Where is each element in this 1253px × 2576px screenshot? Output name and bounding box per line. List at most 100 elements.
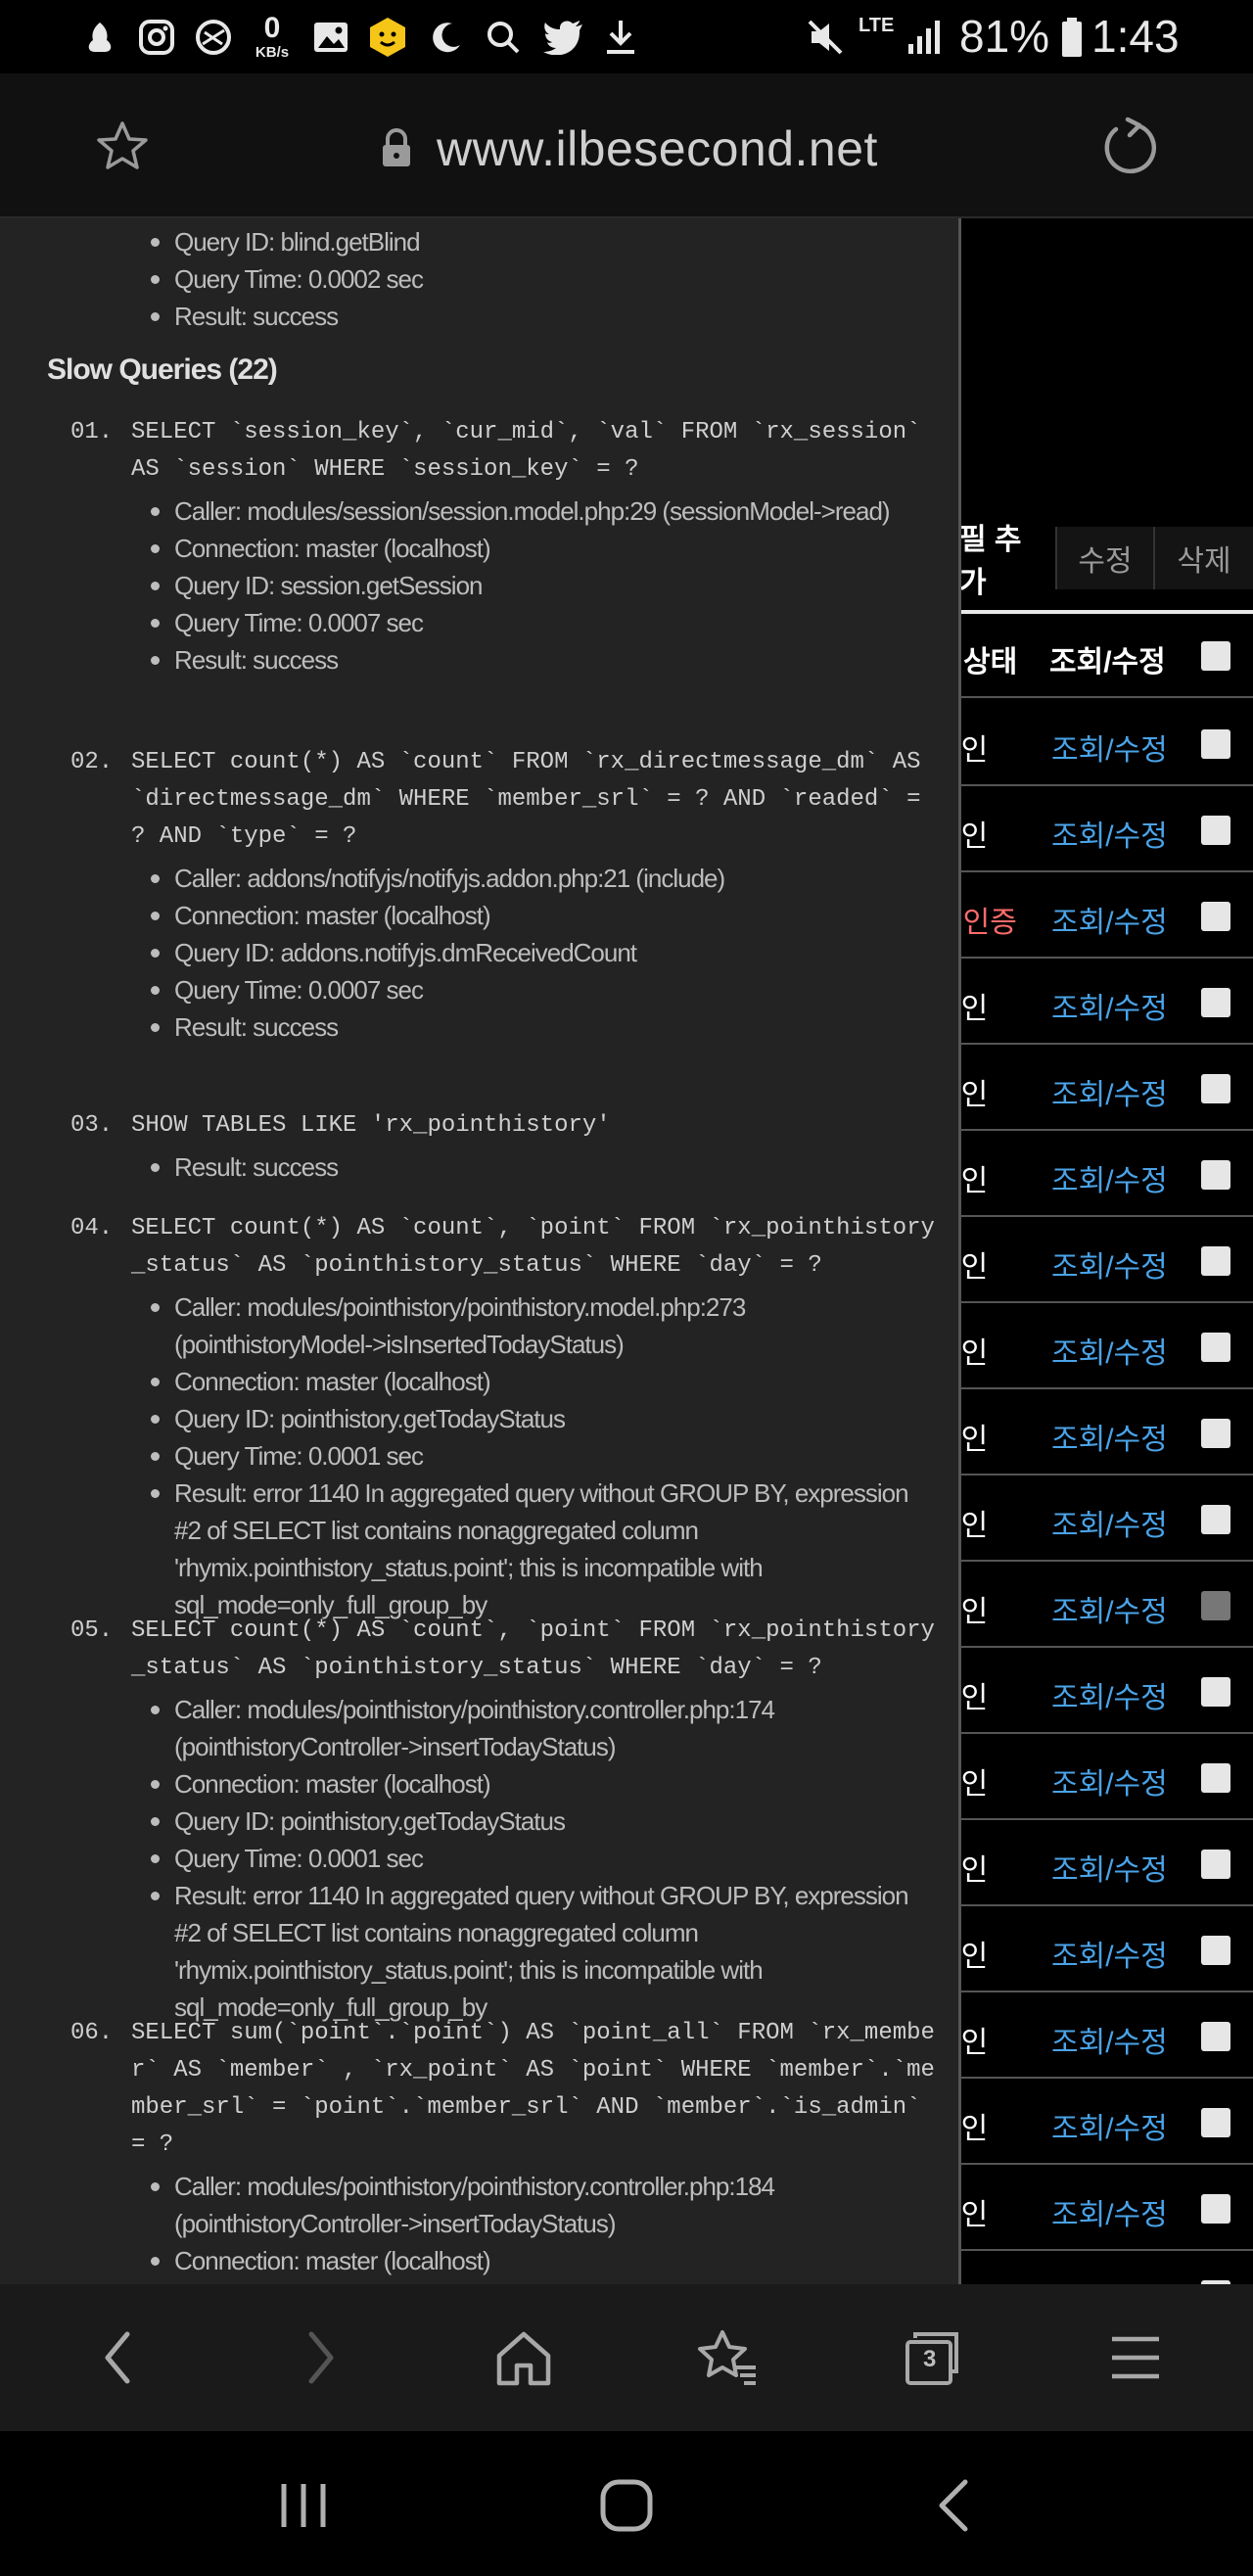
query-number: 05. <box>70 1617 114 1644</box>
table-row: 승인조회/수정 <box>934 2165 1253 2251</box>
row-view-edit-link[interactable]: 조회/수정 <box>1051 1156 1168 1199</box>
url-text[interactable]: www.ilbesecond.net <box>437 120 878 177</box>
row-checkbox[interactable] <box>1201 1333 1230 1362</box>
row-view-edit-link[interactable]: 조회/수정 <box>1051 2104 1168 2147</box>
row-view-edit-link[interactable]: 조회/수정 <box>1051 1846 1168 1889</box>
row-checkbox[interactable] <box>1201 1505 1230 1534</box>
query-number: 06. <box>70 2020 114 2046</box>
row-view-edit-link[interactable]: 조회/수정 <box>1051 1587 1168 1630</box>
system-back-icon[interactable] <box>930 2476 979 2535</box>
row-checkbox[interactable] <box>1201 816 1230 845</box>
row-checkbox[interactable] <box>1201 1763 1230 1793</box>
query-id: Query ID: addons.notifyjs.dmReceivedCoun… <box>137 934 940 971</box>
recent-apps-icon[interactable] <box>274 2478 333 2533</box>
battery-icon <box>1057 14 1087 61</box>
slow-query-item: 01. SELECT `session_key`, `cur_mid`, `val… <box>0 414 958 679</box>
menu-icon[interactable] <box>1096 2318 1175 2397</box>
bookmark-star-icon[interactable] <box>93 117 152 176</box>
query-connection: Connection: master (localhost) <box>137 1765 940 1803</box>
row-checkbox[interactable] <box>1201 1850 1230 1879</box>
query-details: Caller: modules/pointhistory/pointhistor… <box>137 2168 940 2279</box>
debug-panel[interactable]: Query ID: blind.getBlind Query Time: 0.0… <box>0 218 961 2284</box>
mute-icon <box>803 14 848 61</box>
row-view-edit-link[interactable]: 조회/수정 <box>1051 1932 1168 1975</box>
query-result: Result: error 1140 In aggregated query w… <box>137 1475 940 1623</box>
row-checkbox[interactable] <box>1201 2108 1230 2137</box>
home-button-icon[interactable] <box>597 2476 656 2535</box>
previous-query-results: Query ID: blind.getBlind Query Time: 0.0… <box>137 223 940 335</box>
reload-icon[interactable] <box>1098 116 1161 178</box>
table-row: 승인조회/수정 <box>934 2079 1253 2165</box>
row-checkbox[interactable] <box>1201 1160 1230 1190</box>
row-checkbox[interactable] <box>1201 1936 1230 1965</box>
row-view-edit-link[interactable]: 조회/수정 <box>1051 1329 1168 1372</box>
browser-toolbar: 3 <box>0 2284 1253 2431</box>
row-checkbox[interactable] <box>1201 902 1230 931</box>
net-speed: 0 KB/s <box>255 12 290 61</box>
row-view-edit-link[interactable]: 조회/수정 <box>1051 1070 1168 1113</box>
search-icon <box>482 14 525 61</box>
query-time: Query Time: 0.0007 sec <box>137 604 940 641</box>
action-column-header: 조회/수정 <box>1049 646 1166 679</box>
status-bar: 0 KB/s LTE 81% 1:43 <box>0 0 1253 73</box>
row-checkbox[interactable] <box>1201 1074 1230 1103</box>
query-time: Query Time: 0.0007 sec <box>137 971 940 1008</box>
row-checkbox[interactable] <box>1201 729 1230 759</box>
image-icon <box>309 14 352 61</box>
query-sql: SELECT `session_key`, `cur_mid`, `val` F… <box>131 419 935 483</box>
table-row: 승인조회/수정 <box>934 1820 1253 1906</box>
tabs-icon[interactable]: 3 <box>893 2318 971 2397</box>
row-checkbox[interactable] <box>1201 1419 1230 1448</box>
row-view-edit-link[interactable]: 조회/수정 <box>1051 898 1168 941</box>
query-details: Caller: modules/pointhistory/pointhistor… <box>137 1288 940 1623</box>
query-result: Result: success <box>137 1148 940 1186</box>
table-row: 승인조회/수정 <box>934 1734 1253 1820</box>
row-view-edit-link[interactable]: 조회/수정 <box>1051 1501 1168 1544</box>
query-details: Caller: addons/notifyjs/notifyjs.addon.p… <box>137 860 940 1046</box>
row-view-edit-link[interactable]: 조회/수정 <box>1051 2190 1168 2233</box>
signal-icon <box>903 14 946 61</box>
row-view-edit-link[interactable]: 조회/수정 <box>1051 812 1168 855</box>
row-view-edit-link[interactable]: 조회/수정 <box>1051 2276 1168 2284</box>
row-view-edit-link[interactable]: 조회/수정 <box>1051 1759 1168 1803</box>
clock: 1:43 <box>1091 11 1180 62</box>
slow-queries-title: Slow Queries (22) <box>47 353 278 386</box>
query-number: 03. <box>70 1112 114 1139</box>
row-checkbox[interactable] <box>1201 2194 1230 2224</box>
query-time: Query Time: 0.0001 sec <box>137 1840 940 1877</box>
table-row: 승인조회/수정 <box>934 1389 1253 1475</box>
row-checkbox[interactable] <box>1201 1677 1230 1707</box>
table-row: 미인증 조회/수정 <box>936 872 1253 959</box>
bookmarks-icon[interactable] <box>688 2318 766 2397</box>
home-icon[interactable] <box>485 2318 563 2397</box>
lock-icon <box>377 126 416 169</box>
row-view-edit-link[interactable]: 조회/수정 <box>1051 1242 1168 1286</box>
back-icon[interactable] <box>78 2318 157 2397</box>
table-tabs: 필 추가 수정 삭제 <box>959 524 1253 599</box>
row-view-edit-link[interactable]: 조회/수정 <box>1051 1415 1168 1458</box>
row-view-edit-link[interactable]: 조회/수정 <box>1051 726 1168 769</box>
web-content: 필 추가 수정 삭제 상태 조회/수정 승인조회/수정승인조회/수정미인증조회/… <box>0 218 1253 2284</box>
slow-query-item: 02. SELECT count(*) AS `count` FROM `rx_d… <box>0 744 958 1046</box>
select-all-checkbox[interactable] <box>1201 641 1230 671</box>
query-number: 01. <box>70 419 114 445</box>
forward-icon[interactable] <box>282 2318 360 2397</box>
tab-edit[interactable]: 수정 <box>1057 527 1155 589</box>
row-view-edit-link[interactable]: 조회/수정 <box>1051 1673 1168 1716</box>
row-view-edit-link[interactable]: 조회/수정 <box>1051 2018 1168 2061</box>
query-detail: Result: success <box>137 298 940 335</box>
row-checkbox[interactable] <box>1201 1246 1230 1276</box>
table-row: 승인조회/수정 <box>934 1045 1253 1131</box>
row-checkbox[interactable] <box>1201 2022 1230 2051</box>
table-row: 승인조회/수정 <box>934 786 1253 872</box>
row-checkbox[interactable] <box>1201 988 1230 1017</box>
row-view-edit-link[interactable]: 조회/수정 <box>1051 984 1168 1027</box>
battery-percent: 81% <box>959 11 1050 62</box>
query-connection: Connection: master (localhost) <box>137 1363 940 1400</box>
query-detail: Query Time: 0.0002 sec <box>137 260 940 298</box>
tab-delete[interactable]: 삭제 <box>1155 527 1253 589</box>
row-checkbox[interactable] <box>1201 1591 1230 1620</box>
table-row: 승인조회/수정 <box>934 1303 1253 1389</box>
table-row: 승인조회/수정 <box>934 700 1253 786</box>
tab-add-field[interactable]: 필 추가 <box>959 524 1057 599</box>
